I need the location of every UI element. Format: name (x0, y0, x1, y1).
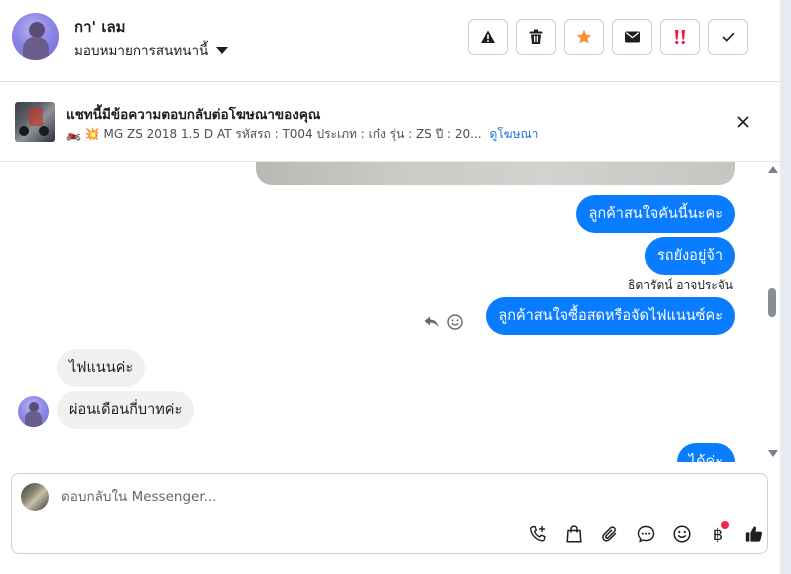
star-button[interactable] (564, 19, 604, 55)
reply-icon[interactable] (424, 316, 439, 328)
scroll-up-icon[interactable] (768, 166, 778, 173)
attach-file-button[interactable] (592, 522, 628, 546)
message-bubble-incoming[interactable]: ไฟแนนค่ะ (57, 349, 146, 387)
notification-dot (721, 521, 729, 529)
assign-conversation-dropdown[interactable]: มอบหมายการสนทนานี้ (74, 39, 229, 61)
report-button[interactable] (468, 19, 508, 55)
reply-input[interactable] (61, 489, 741, 505)
view-ad-link[interactable]: ดูโฆษณา (489, 127, 538, 141)
mark-unread-button[interactable] (612, 19, 652, 55)
message-bubble-incoming[interactable]: ผ่อนเดือนกี่บาทค่ะ (57, 391, 195, 429)
payment-button[interactable]: ฿ (700, 521, 736, 546)
star-icon (576, 29, 592, 44)
emoji-button[interactable] (664, 522, 700, 546)
paperclip-icon (602, 526, 617, 542)
header-actions (468, 19, 748, 55)
message-bubble-outgoing[interactable]: ลูกค้าสนใจซื้อสดหรือจัดไฟแนนซ์คะ (486, 297, 735, 335)
close-banner-button[interactable] (733, 112, 753, 132)
ad-reply-banner: แชทนี้มีข้อความตอบกลับต่อโฆษณาของคุณ 🏍️ … (0, 82, 780, 162)
chevron-down-icon (216, 46, 229, 54)
emoji-icon (673, 525, 691, 543)
sender-name: ธิดารัตน์ อาจประจัน (628, 278, 733, 292)
message-bubble-outgoing[interactable]: รถยังอยู่จ้า (645, 237, 735, 275)
contact-avatar[interactable] (12, 13, 59, 60)
envelope-icon (624, 31, 640, 43)
page-background-strip (780, 0, 791, 574)
shopping-bag-icon (566, 525, 582, 543)
close-icon (737, 116, 749, 128)
shared-image-attachment[interactable] (256, 162, 735, 185)
delete-button[interactable] (516, 19, 556, 55)
conversation-header: กา' เลม มอบหมายการสนทนานี้ (0, 0, 780, 82)
chat-bubble-icon (637, 525, 655, 543)
call-add-button[interactable] (520, 522, 556, 546)
trash-icon (529, 29, 543, 44)
assign-label: มอบหมายการสนทนานี้ (74, 43, 209, 59)
contact-name[interactable]: กา' เลม (74, 15, 126, 39)
message-bubble-outgoing[interactable]: ได้ค่ะ (676, 443, 735, 462)
page-avatar (21, 483, 49, 511)
check-icon (721, 32, 735, 42)
contact-avatar-small (18, 396, 49, 427)
warning-icon (481, 30, 495, 43)
message-actions (424, 314, 463, 330)
call-add-icon (529, 525, 546, 542)
saved-replies-button[interactable] (628, 522, 664, 546)
ad-description: MG ZS 2018 1.5 D AT รหัสรถ : T004 ประเภท… (103, 127, 482, 141)
message-thread[interactable]: ลูกค้าสนใจคันนี้นะคะ รถยังอยู่จ้า ธิดารั… (0, 162, 768, 462)
ad-banner-title: แชทนี้มีข้อความตอบกลับต่อโฆษณาของคุณ (66, 107, 321, 123)
react-icon[interactable] (447, 314, 463, 330)
ad-banner-subtitle: 🏍️ 💥 MG ZS 2018 1.5 D AT รหัสรถ : T004 ป… (66, 125, 538, 144)
composer-toolbar: ฿ (520, 521, 772, 546)
double-exclamation-icon (675, 30, 685, 45)
thumbs-up-icon (745, 526, 763, 542)
thread-scrollbar[interactable] (766, 162, 780, 462)
like-button[interactable] (736, 522, 772, 546)
scrollbar-thumb[interactable] (768, 288, 776, 317)
shop-button[interactable] (556, 522, 592, 546)
ad-emoji: 🏍️ 💥 (66, 127, 100, 141)
conversation-panel: กา' เลม มอบหมายการสนทนานี้ แชทนี้มีข้อคว… (0, 0, 780, 574)
spam-button[interactable] (660, 19, 700, 55)
mark-done-button[interactable] (708, 19, 748, 55)
message-composer: ฿ (11, 473, 768, 554)
ad-thumbnail[interactable] (15, 102, 55, 142)
scroll-down-icon[interactable] (768, 450, 778, 457)
message-bubble-outgoing[interactable]: ลูกค้าสนใจคันนี้นะคะ (576, 195, 735, 233)
